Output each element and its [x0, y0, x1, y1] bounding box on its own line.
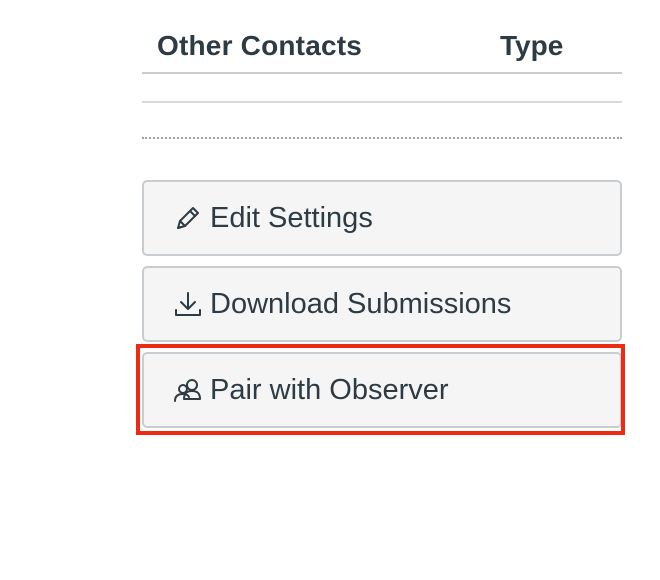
- download-submissions-button[interactable]: Download Submissions: [142, 266, 622, 342]
- pair-with-observer-button[interactable]: Pair with Observer: [142, 352, 622, 428]
- download-submissions-label: Download Submissions: [210, 287, 512, 320]
- other-contacts-panel: Other Contacts Type Edit Settings Downlo…: [142, 0, 622, 428]
- contacts-table-header: Other Contacts Type: [142, 0, 622, 74]
- download-icon: [172, 288, 204, 320]
- table-row-divider: [142, 101, 622, 103]
- column-header-other-contacts: Other Contacts: [157, 30, 363, 61]
- pair-with-observer-label: Pair with Observer: [210, 373, 449, 406]
- users-icon: [172, 374, 204, 406]
- edit-settings-label: Edit Settings: [210, 201, 373, 234]
- column-header-type: Type: [500, 30, 564, 61]
- edit-settings-button[interactable]: Edit Settings: [142, 180, 622, 256]
- table-footer-divider: [142, 137, 622, 139]
- pencil-icon: [172, 202, 204, 234]
